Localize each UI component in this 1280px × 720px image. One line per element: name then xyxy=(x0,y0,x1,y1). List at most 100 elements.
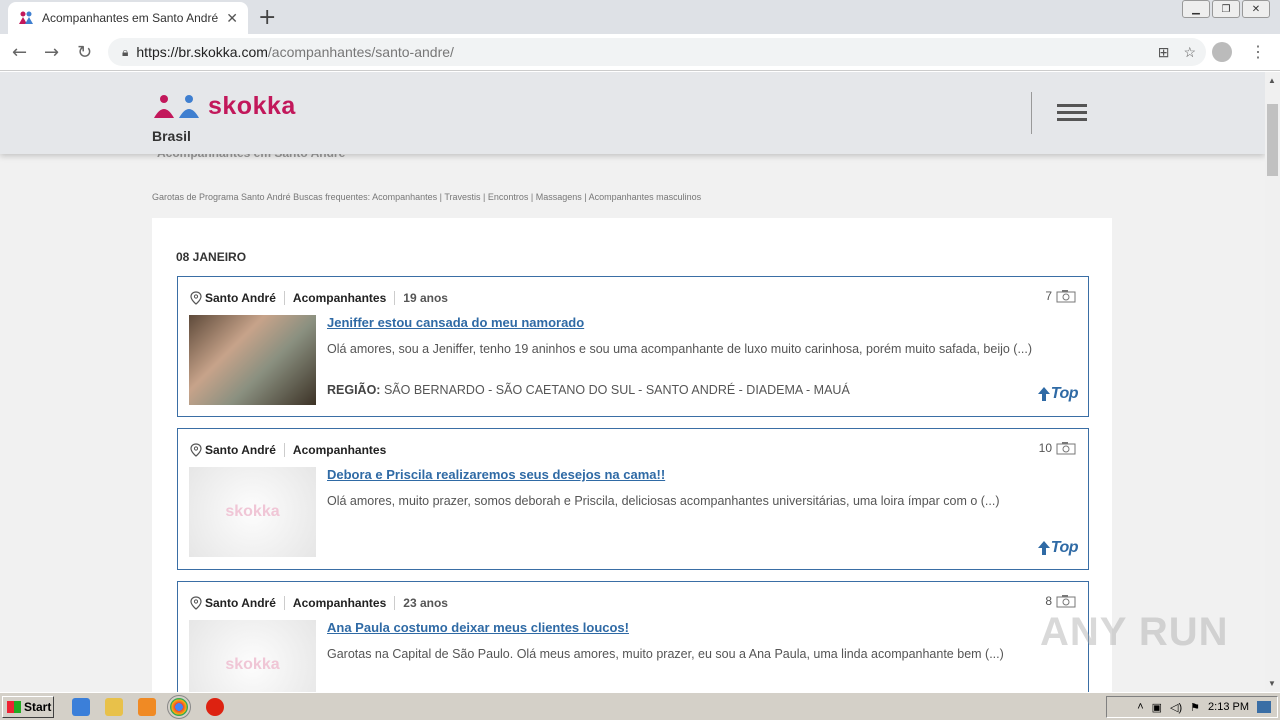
date-heading: 08 JANEIRO xyxy=(176,250,247,264)
camera-icon xyxy=(1056,290,1076,303)
listing-category: Acompanhantes xyxy=(292,291,387,305)
forward-icon[interactable]: → xyxy=(44,42,59,63)
tray-expand-icon[interactable]: ˄ xyxy=(1137,701,1143,713)
listing-category: Acompanhantes xyxy=(292,443,387,457)
hamburger-menu-icon[interactable] xyxy=(1057,104,1087,125)
listing-meta: Santo André Acompanhantes 23 anos xyxy=(190,596,448,610)
listing-title-link[interactable]: Ana Paula costumo deixar meus clientes l… xyxy=(327,620,629,635)
country-label: Brasil xyxy=(152,128,191,144)
browser-tab-bar: Acompanhantes em Santo André e g ✕ + ▁ ❐… xyxy=(0,0,1280,34)
translate-icon[interactable]: ⊞ xyxy=(1158,44,1170,61)
scrollbar-thumb[interactable] xyxy=(1267,104,1278,176)
address-bar[interactable]: 🔒︎ https://br.skokka.com /acompanhantes/… xyxy=(108,38,1206,66)
lock-icon: 🔒︎ xyxy=(122,44,129,59)
listing-description: Garotas na Capital de São Paulo. Olá meu… xyxy=(327,647,1004,661)
toolbar-right: ⋮ xyxy=(1212,42,1266,62)
new-tab-icon[interactable]: + xyxy=(258,5,276,30)
meta-divider xyxy=(283,291,285,305)
minimize-icon[interactable]: ▁ xyxy=(1182,0,1210,18)
top-badge-label: Top xyxy=(1050,385,1079,402)
listing-thumbnail[interactable] xyxy=(189,315,316,405)
listing-title-link[interactable]: Jeniffer estou cansada do meu namorado xyxy=(327,315,584,330)
top-badge: Top xyxy=(1037,385,1079,403)
bookmark-star-icon[interactable]: ☆ xyxy=(1183,44,1196,61)
listing-city: Santo André xyxy=(205,291,276,305)
top-arrow-icon xyxy=(1037,541,1050,555)
page-viewport: skokka Brasil Acompanhantes em Santo And… xyxy=(0,72,1265,692)
meta-divider xyxy=(283,596,285,610)
site-header: skokka Brasil xyxy=(0,72,1265,154)
network-icon[interactable]: ▣ xyxy=(1152,701,1162,714)
region-label: REGIÃO: xyxy=(327,383,381,397)
location-pin-icon xyxy=(190,291,202,305)
photo-count-value: 10 xyxy=(1038,441,1052,455)
system-tray: ˄ ▣ ◁) ⚑ 2:13 PM xyxy=(1106,696,1278,718)
tab-close-icon[interactable]: ✕ xyxy=(226,10,238,27)
top-badge: Top xyxy=(1037,539,1079,557)
listing-age: 19 anos xyxy=(403,291,448,305)
back-icon[interactable]: ← xyxy=(12,42,27,63)
header-divider xyxy=(1031,92,1032,134)
flag-icon[interactable]: ⚑ xyxy=(1190,701,1200,714)
skokka-logo[interactable]: skokka xyxy=(152,92,296,121)
url-host: https://br.skokka.com xyxy=(136,44,268,60)
desktop-icon[interactable] xyxy=(1257,701,1271,713)
logo-figures-icon xyxy=(154,94,199,118)
scroll-up-icon[interactable]: ▲ xyxy=(1268,76,1276,85)
volume-icon[interactable]: ◁) xyxy=(1170,701,1182,714)
restore-icon[interactable]: ❐ xyxy=(1212,0,1240,18)
stop-icon[interactable] xyxy=(206,698,224,716)
anyrun-watermark: ANY RUN xyxy=(1040,610,1229,654)
meta-divider xyxy=(283,443,285,457)
meta-divider xyxy=(394,291,396,305)
listing-title-link[interactable]: Debora e Priscila realizaremos seus dese… xyxy=(327,467,665,482)
tab-title: Acompanhantes em Santo André e g xyxy=(42,11,222,25)
top-badge-label: Top xyxy=(1050,539,1079,556)
close-window-icon[interactable]: ✕ xyxy=(1242,0,1270,18)
browser-toolbar: ← → ↻ 🔒︎ https://br.skokka.com /acompanh… xyxy=(0,34,1280,71)
start-button[interactable]: Start xyxy=(2,696,54,718)
photo-count-value: 7 xyxy=(1045,289,1052,303)
top-arrow-icon xyxy=(1037,387,1050,401)
logo-text: skokka xyxy=(208,92,296,120)
listing-description: Olá amores, sou a Jeniffer, tenho 19 ani… xyxy=(327,342,1033,356)
ie-icon[interactable] xyxy=(72,698,90,716)
scroll-down-icon[interactable]: ▼ xyxy=(1268,679,1276,688)
frequent-searches[interactable]: Garotas de Programa Santo André Buscas f… xyxy=(152,192,701,202)
profile-avatar-icon[interactable] xyxy=(1212,42,1232,62)
window-controls: ▁ ❐ ✕ xyxy=(1180,0,1270,18)
listing-city: Santo André xyxy=(205,596,276,610)
meta-divider xyxy=(394,596,396,610)
listing-city: Santo André xyxy=(205,443,276,457)
reload-icon[interactable]: ↻ xyxy=(77,42,92,63)
photo-count: 7 xyxy=(1045,289,1076,303)
clock: 2:13 PM xyxy=(1208,701,1249,713)
listing-thumbnail-placeholder[interactable]: skokka xyxy=(189,620,316,692)
url-path: /acompanhantes/santo-andre/ xyxy=(267,44,454,60)
folder-icon[interactable] xyxy=(105,698,123,716)
listing-description: Olá amores, muito prazer, somos deborah … xyxy=(327,494,1000,508)
listing-card[interactable]: Santo André Acompanhantes 19 anos 7 Jeni… xyxy=(177,276,1089,417)
start-label: Start xyxy=(24,700,52,714)
windows-taskbar: Start ˄ ▣ ◁) ⚑ 2:13 PM xyxy=(0,692,1280,720)
menu-kebab-icon[interactable]: ⋮ xyxy=(1250,42,1266,62)
listing-card[interactable]: Santo André Acompanhantes 23 anos 8 skok… xyxy=(177,581,1089,692)
region-value: SÃO BERNARDO - SÃO CAETANO DO SUL - SANT… xyxy=(383,383,850,397)
listing-meta: Santo André Acompanhantes xyxy=(190,443,386,457)
placeholder-logo: skokka xyxy=(225,656,280,673)
listing-category: Acompanhantes xyxy=(292,596,387,610)
photo-count-value: 8 xyxy=(1045,594,1052,608)
listing-card[interactable]: Santo André Acompanhantes 10 skokka Debo… xyxy=(177,428,1089,570)
listing-region: REGIÃO: SÃO BERNARDO - SÃO CAETANO DO SU… xyxy=(327,383,850,397)
browser-tab[interactable]: Acompanhantes em Santo André e g ✕ xyxy=(8,2,248,34)
page-scrollbar[interactable]: ▲ ▼ xyxy=(1265,72,1280,692)
windows-flag-icon xyxy=(7,701,21,713)
skokka-favicon-icon xyxy=(19,11,33,24)
listing-thumbnail-placeholder[interactable]: skokka xyxy=(189,467,316,557)
placeholder-logo: skokka xyxy=(225,503,280,520)
chrome-icon[interactable] xyxy=(167,695,191,719)
listings-panel: 08 JANEIRO Santo André Acompanhantes 19 … xyxy=(152,218,1112,692)
location-pin-icon xyxy=(190,443,202,457)
media-player-icon[interactable] xyxy=(138,698,156,716)
listing-age: 23 anos xyxy=(403,596,448,610)
